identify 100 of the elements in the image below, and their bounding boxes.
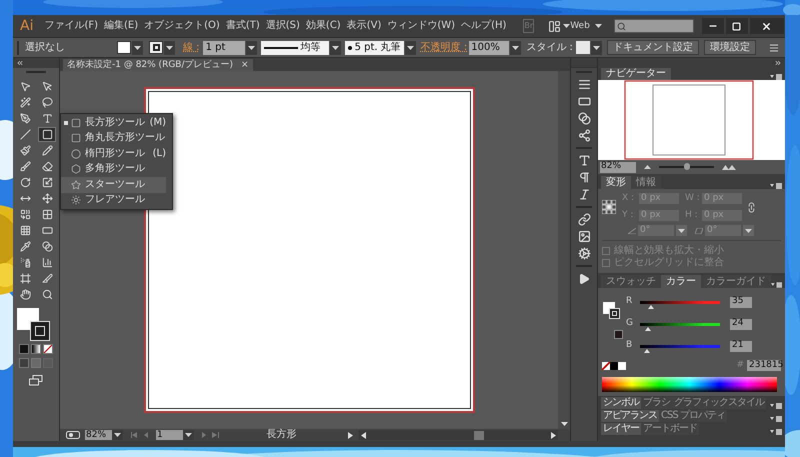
dropdown-button[interactable]	[112, 430, 123, 440]
dropdown-button[interactable]	[330, 40, 341, 54]
status-menu-icon[interactable]	[348, 432, 353, 438]
flyout-item[interactable]: 長方形ツール (M)	[61, 115, 166, 130]
stroke-profile-dropdown[interactable]: 均等	[260, 40, 329, 54]
search-field[interactable]	[614, 19, 694, 33]
dropdown-button[interactable]	[743, 225, 754, 236]
panel-tab[interactable]: CSS プロパティ	[659, 410, 727, 422]
dropdown-button[interactable]	[510, 40, 522, 54]
panel-tab[interactable]: ブラシ	[641, 397, 672, 409]
opacity-field[interactable]: 100%	[469, 40, 510, 54]
artboard-field[interactable]: 1	[156, 430, 183, 440]
zoom-out-icon[interactable]	[644, 165, 651, 169]
panel-menu-icon[interactable]	[770, 416, 782, 422]
swatch[interactable]	[618, 362, 626, 370]
brush-dropdown[interactable]: 5 pt. 丸筆	[344, 40, 404, 54]
dropdown-button[interactable]	[404, 40, 416, 54]
color-mode-button[interactable]	[19, 344, 29, 354]
document-tab[interactable]: 名称未設定-1 @ 82% (RGB/プレビュー) ×	[63, 59, 253, 71]
maximize-button[interactable]	[726, 18, 748, 34]
expand-icon[interactable]	[774, 59, 782, 67]
channel-value-field[interactable]: 21	[730, 340, 752, 352]
color-spectrum[interactable]	[602, 376, 777, 392]
flyout-item[interactable]: 角丸長方形ツール	[61, 130, 166, 146]
menu-item[interactable]: 編集(E)	[103, 21, 140, 31]
channel-value-field[interactable]: 35	[730, 296, 752, 308]
menu-item[interactable]: 効果(C)	[304, 21, 342, 31]
toolbar-button[interactable]: ドキュメント設定	[606, 40, 699, 55]
panel-tab[interactable]: アピアランス	[601, 410, 659, 422]
zoom-in-icon[interactable]	[722, 164, 736, 170]
fill-stroke-swatches[interactable]	[17, 308, 50, 341]
zoom-field[interactable]: 82%	[85, 430, 112, 440]
hex-field[interactable]: 231815	[747, 360, 781, 372]
flyout-item[interactable]: フレアツール	[61, 192, 166, 208]
gradient-mode-button[interactable]	[31, 344, 41, 354]
dropdown-button[interactable]	[164, 40, 175, 54]
channel-label: B	[626, 339, 634, 352]
caret-icon	[332, 46, 339, 50]
panel-tab[interactable]: ナビゲーター	[601, 68, 671, 80]
menu-item[interactable]: 表示(V)	[346, 21, 382, 31]
angle-icon	[628, 228, 636, 234]
stroke-swatch[interactable]	[149, 41, 163, 54]
panel-menu-icon[interactable]	[770, 429, 782, 435]
dropdown-button[interactable]	[183, 430, 194, 440]
stroke-weight-field[interactable]: 1 pt	[202, 40, 245, 54]
panel-tab[interactable]: アートボード	[641, 423, 699, 435]
zoom-field[interactable]: 82%	[600, 162, 636, 172]
caret-icon	[563, 24, 570, 28]
star-icon	[71, 180, 81, 190]
fill-swatch[interactable]	[117, 41, 131, 54]
panel-tab[interactable]: レイヤー	[601, 423, 641, 435]
scale-icon	[42, 177, 52, 188]
slider-thumb[interactable]	[684, 163, 690, 170]
panel-tab[interactable]: スウォッチ	[601, 275, 661, 288]
current-tool-label: 長方形	[266, 430, 298, 440]
style-swatch[interactable]	[576, 41, 590, 54]
panel-menu-icon[interactable]	[771, 282, 782, 288]
more-button[interactable]	[769, 42, 779, 52]
scrollbar-thumb[interactable]	[474, 430, 484, 440]
toolbar-button[interactable]: 環境設定	[704, 40, 756, 55]
panel-tab[interactable]: シンボル	[601, 397, 641, 409]
navigation-icon[interactable]	[66, 431, 80, 439]
menu-item[interactable]: ウィンドウ(W)	[386, 21, 456, 31]
reference-point-icon[interactable]	[602, 200, 616, 214]
vertical-scrollbar[interactable]	[558, 71, 570, 429]
panel-menu-icon[interactable]	[770, 403, 782, 409]
tool-button[interactable]	[38, 127, 56, 142]
menu-item[interactable]: 書式(T)	[224, 21, 261, 31]
flyout-item[interactable]: 多角形ツール	[61, 162, 166, 177]
stroke-panel-icon	[578, 78, 590, 91]
menu-item[interactable]: オブジェクト(O)	[143, 21, 221, 31]
arrange-button[interactable]	[548, 20, 570, 32]
panel-menu-icon[interactable]	[770, 74, 782, 80]
dropdown-button[interactable]	[676, 225, 687, 236]
panel-tab[interactable]: カラー	[661, 275, 701, 288]
workspace-switcher[interactable]: Web	[570, 22, 602, 30]
panel-tab[interactable]: グラフィックスタイル	[672, 397, 766, 409]
swatch[interactable]	[610, 362, 618, 370]
dropdown-button[interactable]	[590, 40, 602, 54]
none-swatch[interactable]	[602, 362, 610, 370]
menu-item[interactable]: ヘルプ(H)	[460, 21, 508, 31]
horizontal-scrollbar[interactable]	[359, 430, 558, 440]
scroll-left-icon[interactable]	[361, 432, 366, 438]
panel-tab[interactable]: カラーガイド	[701, 275, 771, 288]
flyout-item[interactable]: 楕円形ツール (L)	[61, 146, 166, 162]
none-mode-button[interactable]	[43, 344, 53, 354]
constrain-link-icon[interactable]	[746, 202, 757, 212]
screen-mode-button[interactable]	[29, 375, 43, 386]
close-button[interactable]	[750, 18, 784, 34]
panel-menu-icon[interactable]	[770, 183, 782, 189]
dropdown-button[interactable]	[246, 40, 257, 54]
dropdown-button[interactable]	[132, 40, 143, 54]
channel-value-field[interactable]: 24	[730, 318, 752, 330]
menu-item[interactable]: 選択(S)	[264, 21, 301, 31]
fill-stroke-swatches[interactable]	[603, 302, 620, 319]
scroll-right-icon[interactable]	[551, 432, 556, 438]
flyout-item[interactable]: スターツール	[61, 177, 166, 192]
menu-item[interactable]: ファイル(F)	[43, 21, 100, 31]
collapse-icon[interactable]	[16, 59, 24, 67]
tab-close-button[interactable]: ×	[241, 60, 249, 70]
